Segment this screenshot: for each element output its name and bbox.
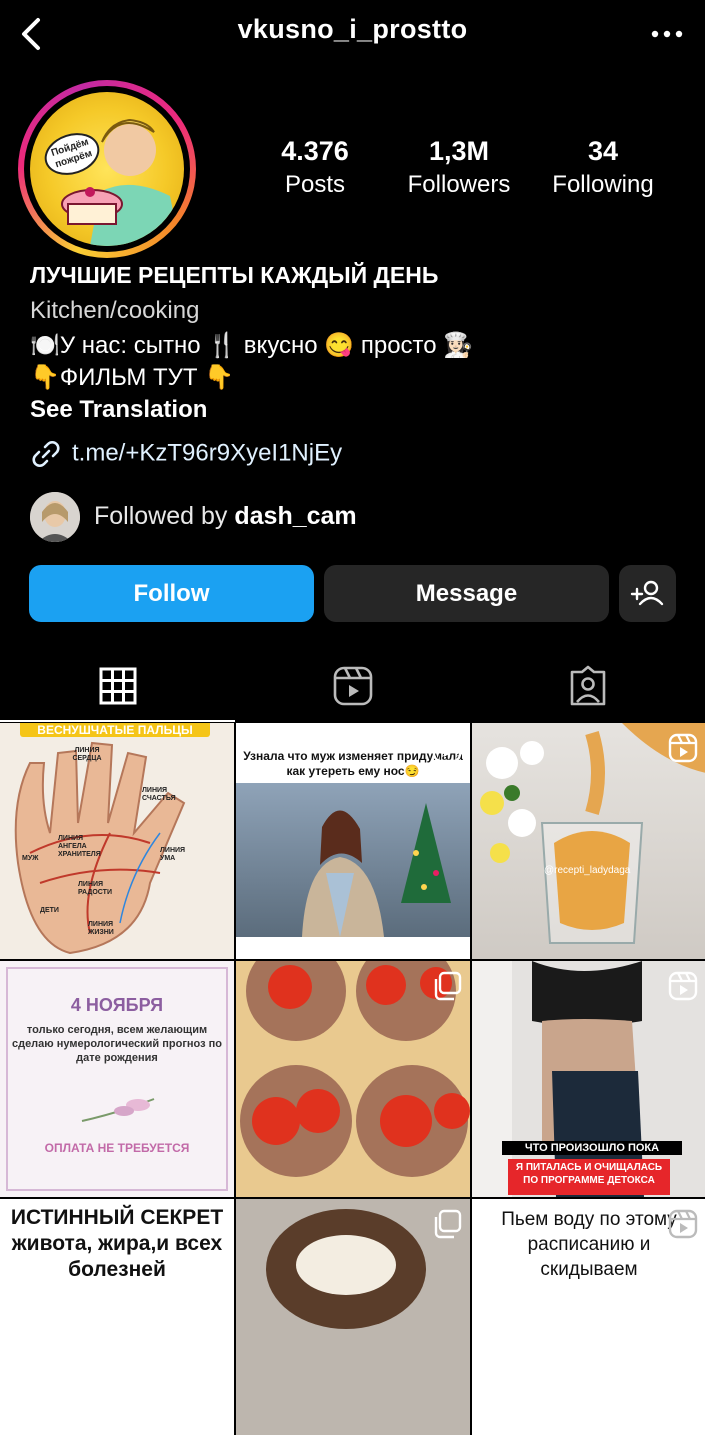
- post-caption: ЧТО ПРОИЗОШЛО ПОКА: [524, 1142, 660, 1154]
- profile-avatar[interactable]: Пойдём пожрём: [18, 80, 196, 258]
- palm-label: ЛИНИЯ РАДОСТИ: [78, 881, 112, 896]
- carousel-icon: [434, 971, 462, 1001]
- more-horizontal-icon[interactable]: [647, 20, 687, 48]
- reel-icon: [668, 733, 698, 763]
- stat-label: Posts: [284, 171, 346, 198]
- message-button[interactable]: Message: [324, 565, 609, 622]
- bio-line: 🍽️У нас: сытно 🍴 вкусно 😋 просто 👩🏻‍🍳: [30, 332, 474, 359]
- posts-grid: ВЕСНУШЧАТЫЕ ПАЛЬЦЫ ЛИНИЯ СЕРДЦА ЛИНИЯ СЧ…: [0, 723, 705, 1435]
- grid-icon[interactable]: [96, 664, 140, 708]
- post-thumbnail[interactable]: ВЕСНУШЧАТЫЕ ПАЛЬЦЫ ЛИНИЯ СЕРДЦА ЛИНИЯ СЧ…: [0, 723, 234, 959]
- post-caption: только сегодня, всем желающим сделаю нум…: [11, 1024, 223, 1064]
- profile-username: vkusno_i_prostto: [237, 14, 468, 44]
- avatar-photo: [30, 492, 80, 542]
- reel-icon: [432, 733, 462, 763]
- carousel-icon: [434, 1209, 462, 1239]
- tagged-icon[interactable]: [566, 664, 610, 708]
- video-scene: [302, 803, 451, 937]
- followed-by-prefix: Followed by: [94, 502, 235, 530]
- bio-link-text: t.me/+KzT96r9XyeI1NjEy: [72, 439, 343, 467]
- palm-label: ЛИНИЯ СЧАСТЬЯ: [142, 787, 176, 802]
- follow-button[interactable]: Follow: [29, 565, 314, 622]
- post-subcaption: Я ПИТАЛАСЬ И ОЧИЩАЛАСЬ ПО ПРОГРАММЕ ДЕТО…: [515, 1162, 663, 1186]
- post-thumbnail[interactable]: Пьем воду по этому расписанию и скидывае…: [472, 1199, 705, 1435]
- bio-link[interactable]: t.me/+KzT96r9XyeI1NjEy: [30, 438, 342, 470]
- profile-category: Kitchen/cooking: [30, 297, 200, 324]
- post-thumbnail[interactable]: ИСТИННЫЙ СЕКРЕТ живота, жира,и всех боле…: [0, 1199, 234, 1435]
- reel-icon: [668, 1209, 698, 1239]
- stat-label: Following: [552, 171, 654, 198]
- see-translation-link[interactable]: See Translation: [30, 396, 207, 424]
- bio-title: ЛУЧШИЕ РЕЦЕПТЫ КАЖДЫЙ ДЕНЬ: [30, 262, 439, 288]
- post-thumbnail[interactable]: @recepti_ladydaga: [472, 723, 705, 959]
- palm-label: ЛИНИЯ УМА: [160, 847, 186, 862]
- avatar-image: Пойдём пожрём: [30, 92, 184, 246]
- link-icon: [32, 441, 60, 467]
- post-footer: ОПЛАТА НЕ ТРЕБУЕТСЯ: [44, 1141, 190, 1155]
- post-video-frame: [236, 783, 470, 937]
- flower-illustration: [81, 1098, 155, 1122]
- selected-tab-indicator: [0, 720, 235, 722]
- followed-by-text[interactable]: Followed by dash_cam: [94, 502, 357, 531]
- followed-by-user: dash_cam: [234, 502, 357, 530]
- palm-label: ЛИНИЯ АНГЕЛА ХРАНИТЕЛЯ: [58, 835, 101, 858]
- followers-count[interactable]: 1,3M Followers: [384, 136, 534, 199]
- post-title: 4 НОЯБРЯ: [70, 995, 164, 1015]
- stat-label: Followers: [407, 171, 511, 198]
- post-caption: ИСТИННЫЙ СЕКРЕТ живота, жира,и всех боле…: [10, 1206, 224, 1281]
- post-thumbnail[interactable]: Узнала что муж изменяет придумала как ут…: [236, 723, 470, 959]
- palm-label: ЛИНИЯ СЕРДЦА: [72, 747, 102, 762]
- palm-label: ЛИНИЯ ЖИЗНИ: [88, 921, 114, 936]
- avatar[interactable]: [30, 492, 80, 542]
- stat-value: 4.376: [281, 136, 349, 166]
- stat-value: 34: [587, 136, 619, 166]
- post-caption: Пьем воду по этому расписанию и скидывае…: [501, 1209, 677, 1280]
- post-thumbnail[interactable]: ЧТО ПРОИЗОШЛО ПОКА Я ПИТАЛАСЬ И ОЧИЩАЛАС…: [472, 961, 705, 1197]
- post-thumbnail[interactable]: 4 НОЯБРЯ только сегодня, всем желающим с…: [0, 961, 234, 1197]
- posts-count[interactable]: 4.376 Posts: [240, 136, 390, 199]
- reels-icon[interactable]: [331, 664, 375, 708]
- post-caption: Узнала что муж изменяет придумала как ут…: [243, 749, 463, 778]
- following-count[interactable]: 34 Following: [528, 136, 678, 199]
- profile-tabs: [0, 650, 705, 722]
- palm-label: ДЕТИ: [40, 907, 59, 914]
- add-person-icon: [630, 580, 664, 606]
- palm-label: МУЖ: [22, 855, 39, 862]
- bio-line: 👇ФИЛЬМ ТУТ 👇: [30, 364, 235, 391]
- reel-icon: [668, 971, 698, 1001]
- post-caption: @recepti_ladydaga: [544, 865, 631, 876]
- post-thumbnail[interactable]: [236, 961, 470, 1197]
- add-user-button[interactable]: [619, 565, 676, 622]
- post-thumbnail[interactable]: [236, 1199, 470, 1435]
- stat-value: 1,3M: [428, 136, 490, 166]
